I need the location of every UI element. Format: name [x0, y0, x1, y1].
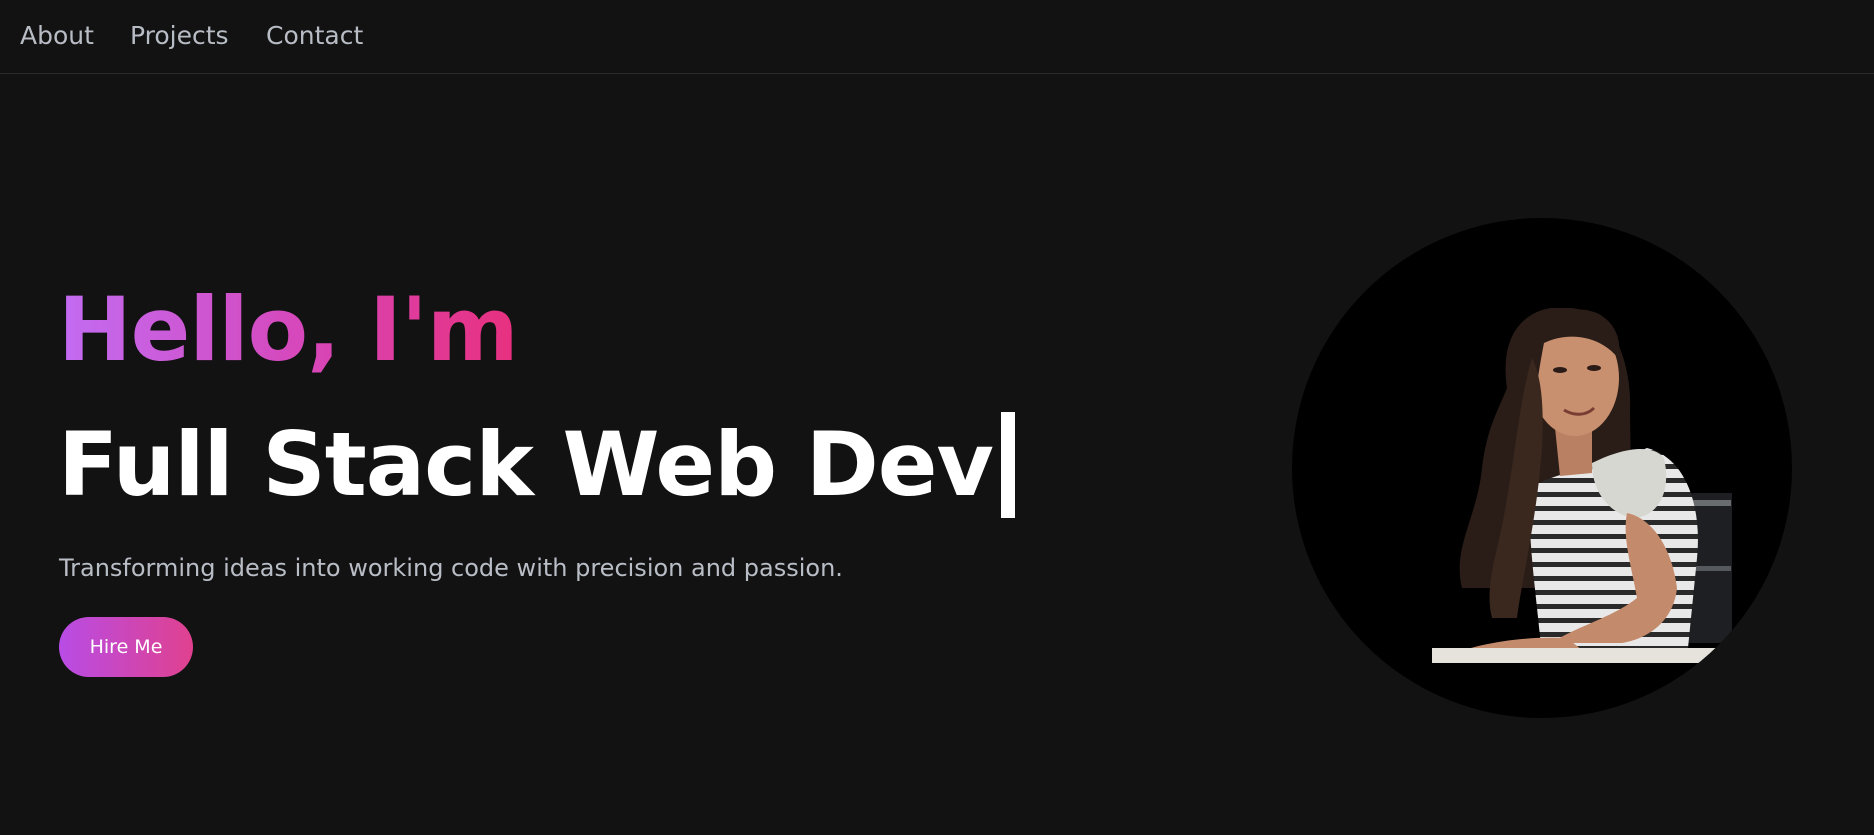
hero-title-text: Full Stack Web Dev	[58, 413, 994, 516]
profile-photo-illustration	[1432, 308, 1732, 663]
profile-photo	[1292, 218, 1792, 718]
hero-tagline: Transforming ideas into working code wit…	[59, 554, 843, 582]
typing-cursor	[1000, 412, 1015, 518]
hire-me-button[interactable]: Hire Me	[59, 617, 193, 677]
hero-greeting: Hello, I'm	[58, 278, 519, 381]
hero-title: Full Stack Web Dev	[58, 412, 1015, 518]
top-nav: About Projects Contact	[0, 0, 1874, 74]
nav-link-contact[interactable]: Contact	[266, 20, 363, 52]
nav-link-about[interactable]: About	[20, 20, 94, 52]
nav-link-projects[interactable]: Projects	[130, 20, 229, 52]
